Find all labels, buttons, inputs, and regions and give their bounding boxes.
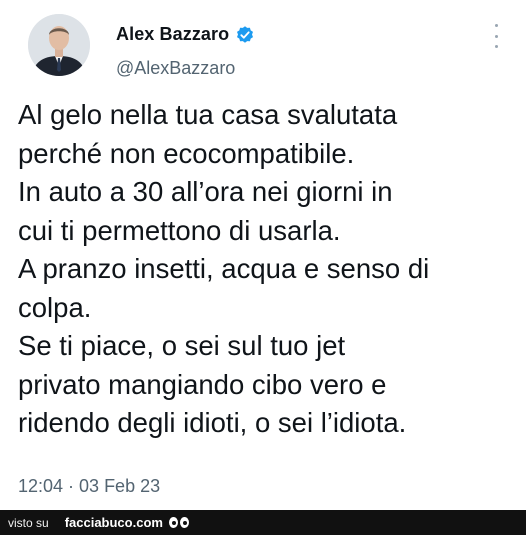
- tweet-text-line: A pranzo insetti, acqua e senso di: [18, 253, 430, 284]
- author-handle[interactable]: @AlexBazzaro: [116, 58, 235, 79]
- watermark-prefix: visto su: [8, 515, 49, 530]
- author-name-row: Alex Bazzaro: [116, 24, 255, 45]
- tweet-card: Alex Bazzaro @AlexBazzaro Al gelo nella …: [0, 0, 526, 510]
- tweet-text-line: privato mangiando cibo vero e: [18, 368, 387, 400]
- tweet-text: Al gelo nella tua casa svalutata perché n…: [18, 96, 518, 443]
- avatar[interactable]: [28, 14, 90, 76]
- tweet-text-line: cui ti permettono di usarla.: [18, 214, 341, 246]
- tweet-text-line: colpa.: [18, 291, 92, 323]
- tweet-text-line: Al gelo nella tua casa svalutata: [18, 99, 398, 130]
- watermark-bar: visto su facciabuco.com: [0, 510, 526, 535]
- verified-badge-icon: [235, 25, 255, 45]
- watermark-eyes-icon: [168, 517, 189, 528]
- display-name[interactable]: Alex Bazzaro: [116, 24, 229, 45]
- tweet-text-line: ridendo degli idioti, o sei l’idiota.: [18, 407, 407, 438]
- tweet-text-line: In auto a 30 all’ora nei giorni in: [18, 176, 393, 207]
- tweet-text-line: perché non ecocompatibile.: [18, 137, 355, 169]
- watermark-brand: facciabuco.com: [64, 515, 163, 530]
- tweet-timestamp[interactable]: 12:04 · 03 Feb 23: [18, 476, 160, 497]
- more-options-icon[interactable]: [486, 24, 506, 48]
- tweet-text-line: Se ti piace, o sei sul tuo jet: [18, 330, 346, 361]
